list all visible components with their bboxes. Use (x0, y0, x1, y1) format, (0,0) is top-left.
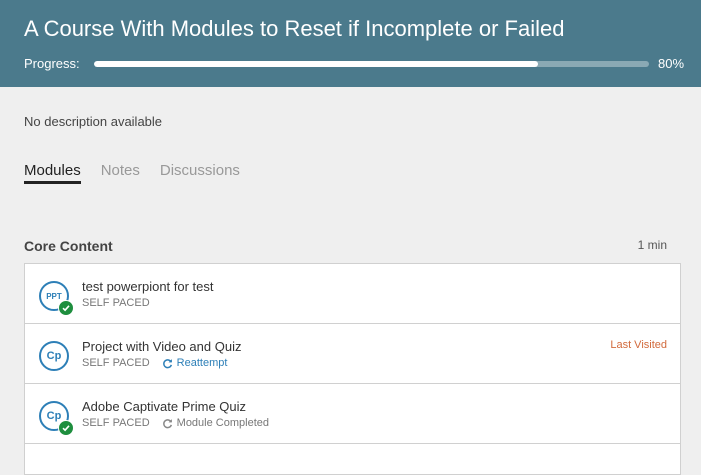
module-row[interactable]: PPT test powerpiont for test SELF PACED (25, 264, 680, 324)
module-completed-status: Module Completed (162, 417, 269, 429)
course-title: A Course With Modules to Reset if Incomp… (24, 16, 565, 41)
module-meta: SELF PACED Module Completed (82, 417, 269, 429)
tab-notes[interactable]: Notes (101, 162, 140, 184)
progress-percentage: 80% (658, 56, 685, 71)
section-header: Core Content 1 min (24, 238, 667, 258)
module-row[interactable]: Cp Project with Video and Quiz SELF PACE… (25, 324, 680, 384)
module-pace: SELF PACED (82, 357, 150, 369)
module-title[interactable]: test powerpiont for test (82, 279, 214, 294)
module-meta: SELF PACED Reattempt (82, 357, 227, 369)
refresh-icon (162, 418, 172, 428)
reattempt-link[interactable]: Reattempt (162, 357, 228, 369)
last-visited-badge: Last Visited (610, 339, 667, 351)
tab-discussions[interactable]: Discussions (160, 162, 240, 184)
course-tabs: Modules Notes Discussions (24, 162, 240, 184)
module-pace: SELF PACED (82, 297, 150, 309)
course-header: A Course With Modules to Reset if Incomp… (0, 0, 701, 87)
module-pace: SELF PACED (82, 417, 150, 429)
completed-check-icon (58, 420, 74, 436)
module-title[interactable]: Adobe Captivate Prime Quiz (82, 399, 246, 414)
course-description: No description available (24, 114, 163, 129)
section-title: Core Content (24, 238, 113, 254)
completed-check-icon (58, 300, 74, 316)
module-title[interactable]: Project with Video and Quiz (82, 339, 241, 354)
tab-modules[interactable]: Modules (24, 162, 81, 184)
captivate-icon: Cp (39, 341, 69, 371)
progress-label: Progress: (24, 56, 80, 71)
progress-fill (94, 61, 538, 67)
progress-bar (94, 61, 649, 67)
module-row[interactable]: Cp Adobe Captivate Prime Quiz SELF PACED… (25, 384, 680, 444)
module-list: PPT test powerpiont for test SELF PACED … (24, 263, 681, 475)
reattempt-label[interactable]: Reattempt (177, 357, 228, 369)
module-meta: SELF PACED (82, 297, 150, 309)
module-completed-label: Module Completed (176, 417, 269, 429)
refresh-icon (162, 358, 172, 368)
section-duration: 1 min (637, 238, 667, 252)
